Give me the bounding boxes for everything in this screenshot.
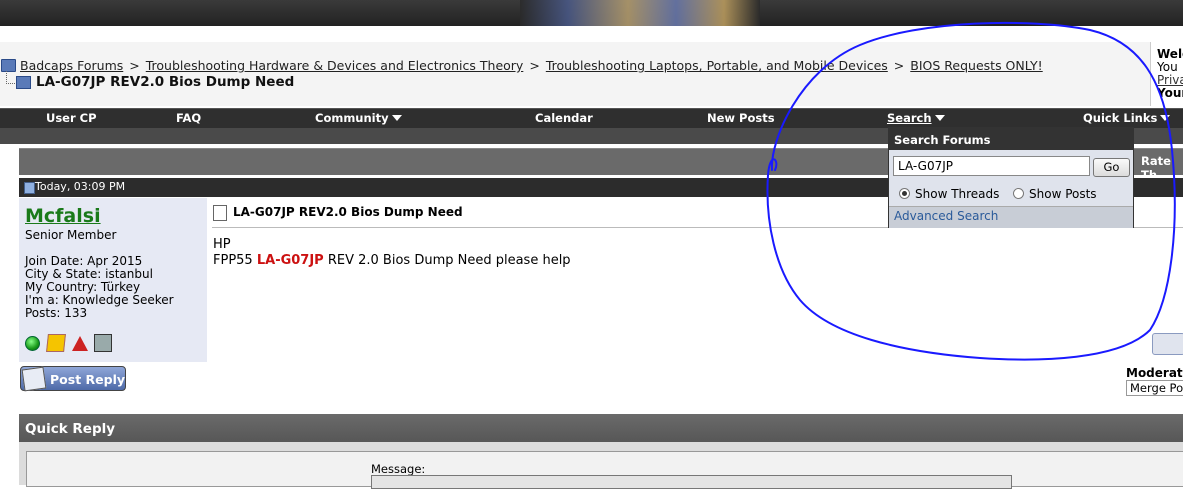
nav-user-cp-label: User CP — [46, 111, 97, 125]
document-icon — [213, 205, 227, 221]
chevron-down-icon — [391, 115, 402, 121]
post-text: FPP55 — [213, 253, 257, 268]
user-city-state: City & State: istanbul — [25, 267, 153, 281]
nav-faq[interactable]: FAQ — [176, 111, 201, 125]
message-label: Message: — [371, 462, 426, 476]
show-posts-radio[interactable] — [1013, 188, 1024, 199]
breadcrumb: Badcaps Forums > Troubleshooting Hardware … — [20, 58, 1043, 73]
welcome-panel: Welc You Priva Your — [1150, 42, 1183, 106]
breadcrumb-separator: > — [529, 58, 540, 73]
computer-icon[interactable] — [94, 334, 113, 352]
advanced-search-link[interactable]: Advanced Search — [894, 209, 998, 223]
tree-connector — [6, 71, 15, 84]
nav-community[interactable]: Community — [315, 111, 402, 125]
breadcrumb-link-laptops[interactable]: Troubleshooting Laptops, Portable, and M… — [546, 58, 888, 73]
post-text: REV 2.0 Bios Dump Need please help — [323, 253, 571, 268]
breadcrumb-separator: > — [893, 58, 905, 73]
page-title: LA-G07JP REV2.0 Bios Dump Need — [36, 74, 295, 90]
warning-icon[interactable] — [71, 335, 88, 351]
pencil-icon — [21, 366, 47, 392]
nav-search[interactable]: Search — [887, 111, 945, 125]
nav-faq-label: FAQ — [176, 111, 202, 125]
show-posts-label: Show Posts — [1029, 187, 1097, 201]
chevron-down-icon — [934, 115, 945, 121]
user-title: Senior Member — [25, 228, 117, 242]
username-link[interactable]: Mcfalsi — [25, 205, 101, 227]
search-input[interactable] — [893, 156, 1090, 176]
nav-calendar[interactable]: Calendar — [535, 111, 593, 125]
welcome-your: Your — [1157, 86, 1183, 100]
message-textarea[interactable] — [371, 475, 1012, 489]
user-join-date: Join Date: Apr 2015 — [25, 254, 143, 268]
breadcrumb-link-home[interactable]: Badcaps Forums — [20, 58, 123, 73]
show-threads-label: Show Threads — [915, 187, 1000, 201]
search-dropdown-title: Search Forums — [894, 133, 991, 147]
nav-quick-links[interactable]: Quick Links — [1083, 111, 1171, 125]
banner-image — [520, 0, 760, 26]
post-text-line: FPP55 LA-G07JP REV 2.0 Bios Dump Need pl… — [213, 253, 571, 268]
moderation-select[interactable]: Merge Po — [1126, 380, 1183, 396]
quick-reply-title: Quick Reply — [25, 421, 116, 437]
chevron-down-icon — [1160, 115, 1171, 121]
edit-post-button[interactable] — [1152, 333, 1183, 355]
moderation-label: Moderati — [1126, 366, 1183, 380]
quick-reply-header — [19, 414, 1183, 442]
go-button[interactable]: Go — [1093, 158, 1130, 177]
thread-folder-icon — [16, 76, 31, 89]
user-post-count: Posts: 133 — [25, 306, 88, 320]
nav-search-label: Search — [887, 111, 932, 125]
nav-quick-links-label: Quick Links — [1083, 111, 1158, 125]
reputation-icon[interactable] — [45, 334, 66, 352]
breadcrumb-separator: > — [129, 58, 140, 73]
post-status-icon — [24, 182, 35, 194]
nav-new-posts-label: New Posts — [707, 111, 775, 125]
nav-user-cp[interactable]: User CP — [46, 111, 97, 125]
user-im-a: I'm a: Knowledge Seeker — [25, 293, 174, 307]
post-date: Today, 03:09 PM — [35, 180, 126, 193]
search-highlight: LA-G07JP — [256, 253, 324, 268]
post-title: LA-G07JP REV2.0 Bios Dump Need — [233, 205, 463, 219]
user-country: My Country: Türkey — [25, 280, 141, 294]
banner-spacer — [0, 26, 1183, 42]
post-text-line: HP — [213, 237, 231, 252]
nav-new-posts[interactable]: New Posts — [707, 111, 775, 125]
breadcrumb-link-bios-requests[interactable]: BIOS Requests ONLY! — [910, 58, 1042, 73]
user-status-icons — [25, 334, 115, 352]
breadcrumb-link-troubleshooting[interactable]: Troubleshooting Hardware & Devices and E… — [146, 58, 524, 73]
nav-community-label: Community — [315, 111, 389, 125]
nav-calendar-label: Calendar — [535, 111, 593, 125]
show-threads-radio[interactable] — [899, 188, 910, 199]
online-icon — [25, 335, 40, 351]
